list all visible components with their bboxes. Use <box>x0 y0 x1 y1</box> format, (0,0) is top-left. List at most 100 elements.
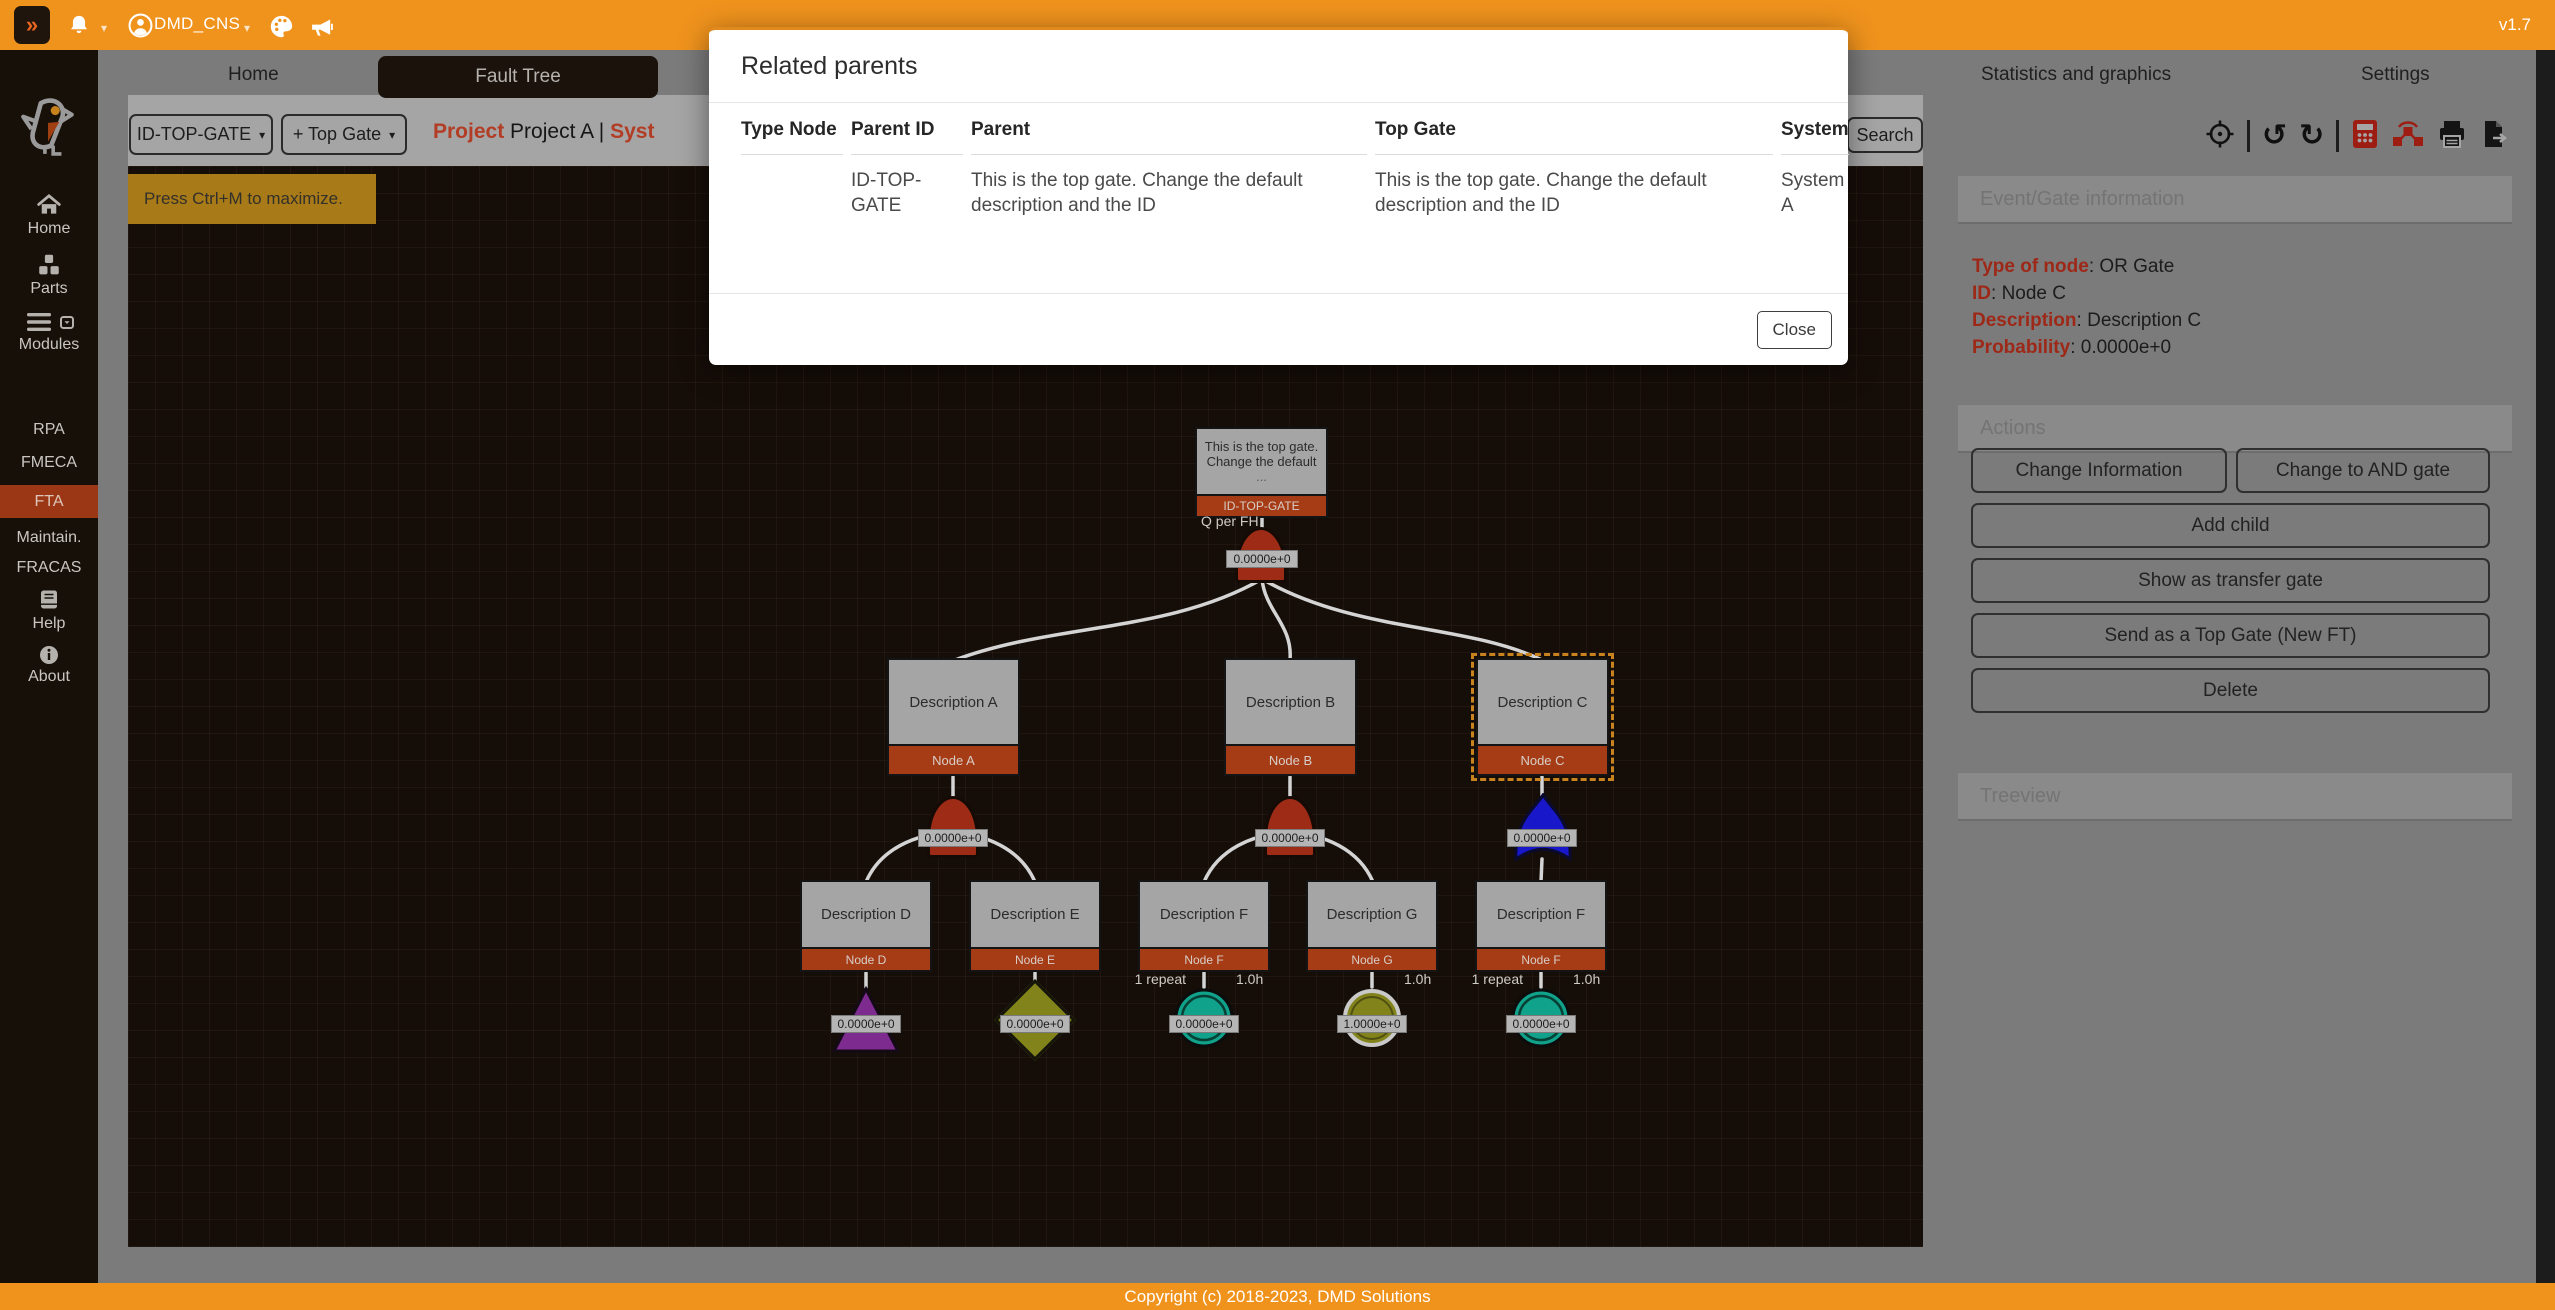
cell-top-gate: This is the top gate. Change the default… <box>1375 155 1745 248</box>
tab-fault-tree[interactable]: Fault Tree <box>378 56 658 98</box>
change-to-and-gate-button[interactable]: Change to AND gate <box>2236 448 2490 493</box>
copyright-text: Copyright (c) 2018-2023, DMD Solutions <box>1124 1287 1430 1307</box>
add-child-button[interactable]: Add child <box>1971 503 2490 548</box>
sidebar-item-label: FTA <box>0 485 98 518</box>
vertical-scrollbar[interactable] <box>2536 50 2555 1283</box>
node-id-bar: Node B <box>1224 746 1357 776</box>
tree-node-g[interactable]: Description G Node G <box>1306 880 1438 972</box>
tree-node-a[interactable]: Description A Node A <box>887 658 1020 776</box>
treeview-header: Treeview <box>1958 773 2512 821</box>
bell-caret-icon[interactable]: ▾ <box>101 21 107 35</box>
theme-palette-icon[interactable] <box>268 13 295 45</box>
sidebar-item-label: Maintain. <box>0 529 98 547</box>
sidebar-item-label: Parts <box>0 280 98 298</box>
column-header-type-node: Type Node <box>741 103 843 155</box>
field-label: Probability <box>1972 337 2081 358</box>
node-description: Description G <box>1306 880 1438 949</box>
node-id-bar: Node C <box>1476 746 1609 776</box>
sidebar-item-label: Modules <box>0 336 98 354</box>
node-id-bar: Node D <box>800 949 932 972</box>
notifications-bell-icon[interactable] <box>66 13 92 44</box>
tab-statistics-and-graphics[interactable]: Statistics and graphics <box>1981 64 2171 86</box>
sidebar-item-help[interactable]: Help <box>0 588 98 633</box>
sidebar-item-home[interactable]: Home <box>0 193 98 238</box>
node-description: Description E <box>969 880 1101 949</box>
export-file-icon[interactable] <box>2479 119 2509 154</box>
calculate-icon[interactable] <box>2351 119 2379 154</box>
username[interactable]: DMD_CNS <box>154 14 240 34</box>
table-row: ID-TOP-GATE This is the top gate. Change… <box>709 155 1848 248</box>
tab-home[interactable]: Home <box>228 64 279 86</box>
tree-node-d[interactable]: Description D Node D <box>800 880 932 972</box>
search-button-label: Search <box>1856 125 1913 146</box>
sidebar-collapse-button[interactable]: » <box>14 6 50 44</box>
add-top-gate-label: + Top Gate <box>293 124 381 145</box>
event-gate-information-header: Event/Gate information <box>1958 176 2512 224</box>
cubes-icon <box>36 253 62 277</box>
sidebar-item-parts[interactable]: Parts <box>0 253 98 298</box>
sidebar-item-fmeca[interactable]: FMECA <box>0 454 98 472</box>
node-id-bar: Node F <box>1475 949 1607 972</box>
sidebar-item-fta[interactable]: FTA <box>0 485 98 518</box>
announcements-megaphone-icon[interactable] <box>308 13 336 46</box>
time-label: 1.0h <box>1404 971 1431 987</box>
time-label: 1.0h <box>1236 971 1263 987</box>
or-gate-symbol-node-c[interactable] <box>1511 793 1575 861</box>
cell-system: System A <box>1781 155 1844 248</box>
probability-label: 1.0000e+0 <box>1337 1015 1407 1033</box>
caret-down-icon: ▾ <box>389 128 395 142</box>
field-description: DescriptionDescription C <box>1972 310 2201 332</box>
sidebar-item-fracas[interactable]: FRACAS <box>0 559 98 577</box>
print-icon[interactable] <box>2437 119 2467 154</box>
tab-settings[interactable]: Settings <box>2361 64 2430 86</box>
sidebar-item-label: Home <box>0 220 98 238</box>
field-value: Node C <box>2002 283 2066 304</box>
home-icon <box>36 193 62 217</box>
column-header-parent: Parent <box>971 103 1367 155</box>
tree-node-b[interactable]: Description B Node B <box>1224 658 1357 776</box>
sidebar-item-about[interactable]: About <box>0 645 98 686</box>
field-label: ID <box>1972 283 2002 304</box>
field-label: Description <box>1972 310 2087 331</box>
actions-header: Actions <box>1958 405 2512 453</box>
tree-node-f2[interactable]: Description F Node F <box>1475 880 1607 972</box>
tree-node-f1[interactable]: Description F Node F <box>1138 880 1270 972</box>
delete-button[interactable]: Delete <box>1971 668 2490 713</box>
sidebar-item-rpa[interactable]: RPA <box>0 421 98 439</box>
cell-type-node <box>741 155 843 248</box>
diagram-nodes-icon[interactable] <box>2391 119 2425 154</box>
user-avatar-icon[interactable] <box>128 13 153 43</box>
sidebar-item-maintain[interactable]: Maintain. <box>0 529 98 547</box>
undo-icon[interactable]: ↺ <box>2262 121 2287 151</box>
close-button[interactable]: Close <box>1757 311 1832 349</box>
send-as-top-gate-button[interactable]: Send as a Top Gate (New FT) <box>1971 613 2490 658</box>
related-parents-modal: Related parents Type Node Parent ID Pare… <box>709 27 1848 365</box>
node-description: Description A <box>887 658 1020 746</box>
search-button[interactable]: Search <box>1847 117 1923 153</box>
sidebar-item-modules[interactable]: Modules <box>0 311 98 354</box>
app-logo <box>17 94 79 161</box>
node-description: Description F <box>1475 880 1607 949</box>
user-menu-caret-icon[interactable]: ▾ <box>244 21 250 35</box>
add-top-gate-dropdown[interactable]: + Top Gate ▾ <box>281 114 407 155</box>
modal-title: Related parents <box>709 30 1848 103</box>
tree-node-top-gate[interactable]: This is the top gate. Change the default… <box>1195 427 1328 518</box>
change-information-button[interactable]: Change Information <box>1971 448 2227 493</box>
node-id-bar: Node A <box>887 746 1020 776</box>
diagram-toolbar-icons: ↺ ↻ <box>2205 118 2509 154</box>
field-label: Type of node <box>1972 256 2099 277</box>
caret-down-icon: ▾ <box>259 128 265 142</box>
system-name: Syst <box>610 120 654 143</box>
show-as-transfer-gate-button[interactable]: Show as transfer gate <box>1971 558 2490 603</box>
footer: Copyright (c) 2018-2023, DMD Solutions <box>0 1283 2555 1310</box>
redo-icon[interactable]: ↻ <box>2299 121 2324 151</box>
center-view-crosshair-icon[interactable] <box>2205 119 2235 154</box>
top-gate-select-dropdown[interactable]: ID-TOP-GATE ▾ <box>129 114 273 155</box>
node-description: Description F <box>1138 880 1270 949</box>
node-description: This is the top gate. Change the default <box>1199 439 1324 469</box>
sidebar-item-label: RPA <box>0 421 98 439</box>
cell-parent-id: ID-TOP-GATE <box>851 155 943 248</box>
tree-node-c-selected[interactable]: Description C Node C <box>1476 658 1609 776</box>
tree-node-e[interactable]: Description E Node E <box>969 880 1101 972</box>
breadcrumb: Project Project A | Syst <box>433 120 654 144</box>
